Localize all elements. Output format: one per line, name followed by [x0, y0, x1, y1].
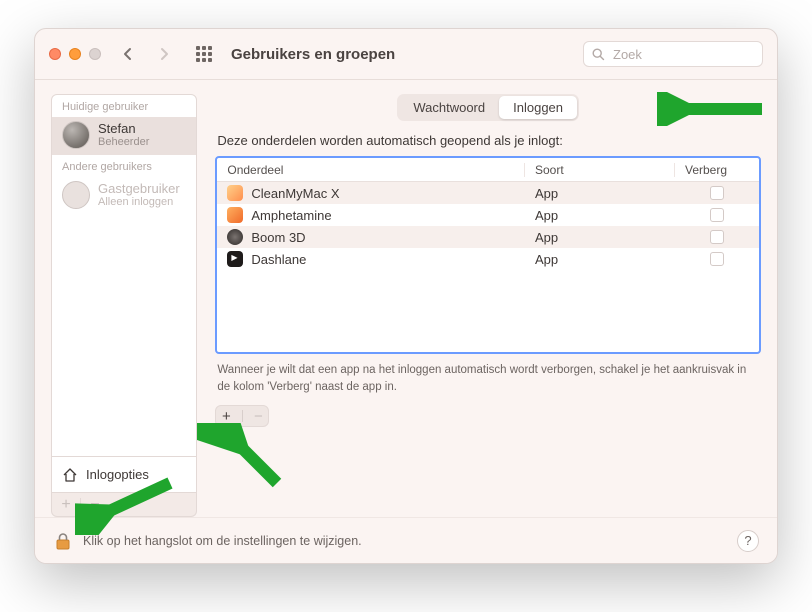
- user-role: Alleen inloggen: [98, 196, 180, 208]
- table-header: Onderdeel Soort Verberg: [217, 158, 759, 182]
- login-items-description: Deze onderdelen worden automatisch geope…: [217, 133, 759, 148]
- tab-login-items[interactable]: Inloggen: [499, 96, 577, 119]
- annotation-arrow-icon: [657, 92, 767, 126]
- current-user-header: Huidige gebruiker: [52, 95, 196, 117]
- user-name: Gastgebruiker: [98, 182, 180, 197]
- cell-name: Dashlane: [251, 252, 306, 267]
- hide-checkbox[interactable]: [710, 230, 724, 244]
- app-icon: [227, 207, 243, 223]
- annotation-arrow-icon: [197, 423, 287, 493]
- footer: Klik op het hangslot om de instellingen …: [35, 517, 777, 563]
- cell-name: CleanMyMac X: [251, 186, 339, 201]
- table-row[interactable]: Amphetamine App: [217, 204, 759, 226]
- window-title: Gebruikers en groepen: [231, 46, 395, 63]
- search-input[interactable]: [611, 46, 754, 63]
- user-role: Beheerder: [98, 136, 149, 148]
- hide-checkbox[interactable]: [710, 186, 724, 200]
- help-button[interactable]: ?: [737, 530, 759, 552]
- back-button[interactable]: [115, 41, 141, 67]
- add-remove-login-item: + −: [215, 405, 269, 427]
- window-controls: [49, 48, 101, 60]
- user-row-guest[interactable]: Gastgebruiker Alleen inloggen: [52, 177, 196, 215]
- cell-name: Amphetamine: [251, 208, 331, 223]
- users-sidebar: Huidige gebruiker Stefan Beheerder Ander…: [51, 94, 197, 517]
- table-row[interactable]: CleanMyMac X App: [217, 182, 759, 204]
- search-field[interactable]: [583, 41, 763, 67]
- lock-icon[interactable]: [53, 531, 73, 551]
- login-options-label: Inlogopties: [86, 467, 149, 482]
- forward-button: [151, 41, 177, 67]
- cell-kind: App: [525, 186, 675, 201]
- minimize-window-button[interactable]: [69, 48, 81, 60]
- app-icon: [227, 229, 243, 245]
- login-items-table[interactable]: Onderdeel Soort Verberg CleanMyMac X App…: [215, 156, 761, 354]
- cell-kind: App: [525, 208, 675, 223]
- hide-checkbox[interactable]: [710, 208, 724, 222]
- table-row[interactable]: Boom 3D App: [217, 226, 759, 248]
- user-row-current[interactable]: Stefan Beheerder: [52, 117, 196, 155]
- close-window-button[interactable]: [49, 48, 61, 60]
- table-row[interactable]: Dashlane App: [217, 248, 759, 270]
- cell-kind: App: [525, 230, 675, 245]
- col-kind[interactable]: Soort: [525, 163, 675, 177]
- search-icon: [592, 48, 605, 61]
- login-options-row[interactable]: Inlogopties: [51, 457, 197, 493]
- cell-name: Boom 3D: [251, 230, 305, 245]
- toolbar: Gebruikers en groepen: [35, 29, 777, 79]
- add-user-button: +: [52, 497, 80, 513]
- add-login-item-button[interactable]: +: [222, 408, 231, 425]
- app-icon: [227, 251, 243, 267]
- tab-password[interactable]: Wachtwoord: [399, 96, 499, 119]
- remove-login-item-button[interactable]: −: [254, 408, 263, 425]
- user-name: Stefan: [98, 122, 149, 137]
- avatar: [62, 121, 90, 149]
- remove-user-button: −: [81, 497, 109, 513]
- lock-hint-text: Klik op het hangslot om de instellingen …: [83, 534, 362, 548]
- preferences-window: Gebruikers en groepen Huidige gebruiker …: [34, 28, 778, 564]
- avatar: [62, 181, 90, 209]
- other-users-header: Andere gebruikers: [52, 155, 196, 177]
- main-panel: Wachtwoord Inloggen Deze onderdelen word…: [215, 94, 761, 517]
- hide-checkbox[interactable]: [710, 252, 724, 266]
- hide-hint-text: Wanneer je wilt dat een app na het inlog…: [217, 362, 759, 395]
- show-all-button[interactable]: [191, 41, 217, 67]
- segmented-control: Wachtwoord Inloggen: [397, 94, 579, 121]
- zoom-window-button[interactable]: [89, 48, 101, 60]
- app-icon: [227, 185, 243, 201]
- table-body: CleanMyMac X App Amphetamine App Boom 3D…: [217, 182, 759, 270]
- home-icon: [62, 467, 78, 483]
- col-item[interactable]: Onderdeel: [217, 163, 525, 177]
- sidebar-add-remove: + −: [51, 493, 197, 517]
- col-hide[interactable]: Verberg: [675, 163, 759, 177]
- cell-kind: App: [525, 252, 675, 267]
